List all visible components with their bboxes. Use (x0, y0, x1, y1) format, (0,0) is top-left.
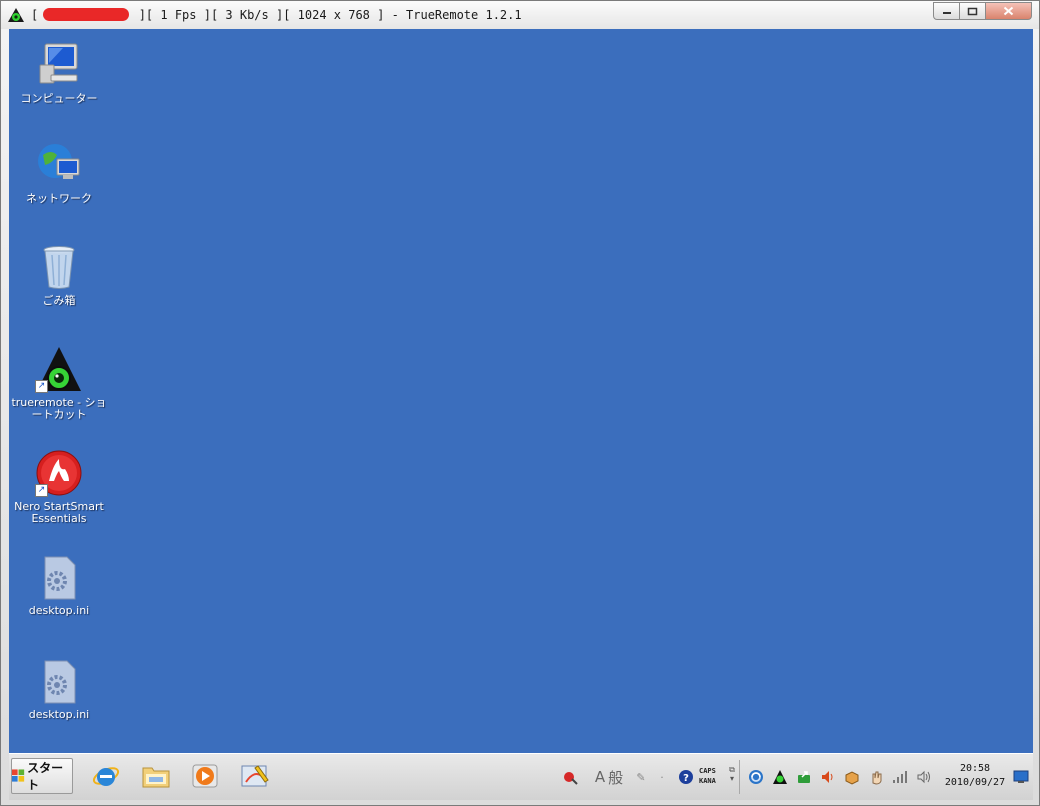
minimize-button[interactable] (933, 2, 960, 20)
desktop-icon-label: ネットワーク (26, 192, 92, 205)
desktop-icon-label: trueremote - ショートカット (11, 396, 107, 421)
minimize-icon (942, 12, 951, 14)
redaction-mark (43, 8, 129, 21)
start-label: スタート (27, 761, 64, 792)
safely-remove-icon[interactable] (795, 767, 813, 787)
title-prefix: [ (31, 8, 39, 22)
ime-alpha: A (594, 768, 606, 786)
help-icon[interactable]: ? (677, 767, 695, 787)
trueremote-eye-icon (8, 8, 24, 22)
desktop-icon-label: desktop.ini (28, 604, 90, 617)
clock-time: 20:58 (959, 763, 991, 774)
svg-text:?: ? (683, 773, 689, 784)
ime-pen-icon[interactable]: ✎ (633, 767, 649, 787)
maximize-icon (967, 7, 978, 15)
caps-label: CAPS (699, 767, 716, 775)
network-signal-icon[interactable] (891, 767, 909, 787)
internet-explorer-icon (92, 767, 120, 786)
close-button[interactable] (986, 2, 1032, 20)
caption-buttons (933, 2, 1032, 21)
hand-icon[interactable] (867, 767, 885, 787)
title-stats: ][ 1 Fps ][ 3 Kb/s ][ 1024 x 768 ] - Tru… (138, 8, 522, 22)
maximize-button[interactable] (960, 2, 986, 20)
shortcut-arrow-icon: ↗ (35, 484, 48, 497)
settings-file-icon (44, 660, 76, 704)
desktop-icon-desktop-ini-1[interactable]: desktop.ini (9, 553, 111, 617)
desktop-icon-recycle-bin[interactable]: ごみ箱 (9, 243, 111, 307)
volume-icon[interactable] (915, 767, 933, 787)
desktop-icon-nero[interactable]: ↗ Nero StartSmart Essentials (9, 449, 111, 525)
desktop-icon-label: desktop.ini (28, 708, 90, 721)
tray-separator (739, 760, 740, 794)
desktop-icon-label: コンピューター (20, 92, 98, 105)
quicklaunch-internet-explorer[interactable] (91, 761, 121, 791)
quicklaunch-media-player[interactable] (190, 761, 220, 791)
windows-logo-icon (12, 769, 25, 782)
start-button[interactable]: スタート (11, 758, 73, 794)
desktop-icon-label: ごみ箱 (42, 294, 76, 307)
quicklaunch-paint[interactable] (240, 761, 270, 791)
clock-date: 2010/09/27 (944, 777, 1006, 788)
desktop-icon-trueremote-shortcut[interactable]: ↗ trueremote - ショートカット (9, 345, 111, 421)
media-player-icon (192, 764, 218, 788)
ime-dot-icon[interactable]: · (657, 767, 667, 787)
trueremote-tray-icon[interactable] (771, 767, 789, 787)
computer-icon (39, 43, 78, 84)
desktop-icon-computer[interactable]: コンピューター (9, 41, 111, 105)
explorer-folder-icon (142, 767, 170, 788)
recycle-bin-icon (43, 246, 75, 289)
desktop-icon-label: Nero StartSmart Essentials (14, 500, 104, 525)
ime-input-mode[interactable]: A 般 (589, 767, 629, 787)
taskbar: スタート A 般 ✎ · ? CAPS KANA ⧉ ▾ 20:58 2010/… (9, 753, 1033, 800)
clock[interactable]: 20:58 2010/09/27 (939, 762, 1011, 790)
quicklaunch-explorer[interactable] (141, 761, 171, 791)
speaker-icon[interactable] (819, 767, 837, 787)
ime-tool-icon[interactable] (561, 767, 579, 787)
desktop-icon-network[interactable]: ネットワーク (9, 141, 111, 205)
show-desktop-icon[interactable] (1013, 770, 1029, 784)
ime-mode: 般 (608, 768, 624, 787)
paint-icon (241, 765, 269, 787)
language-bar-options-icon[interactable]: ⧉ ▾ (727, 764, 737, 784)
title-bar[interactable]: [ ][ 1 Fps ][ 3 Kb/s ][ 1024 x 768 ] - T… (1, 1, 1039, 29)
caps-kana-indicator[interactable]: CAPS KANA (699, 766, 716, 786)
close-icon (1003, 6, 1014, 16)
network-icon (38, 144, 80, 179)
kana-label: KANA (699, 777, 716, 785)
box-icon[interactable] (843, 767, 861, 787)
desktop-icon-desktop-ini-2[interactable]: desktop.ini (9, 657, 111, 721)
sync-icon[interactable] (747, 767, 765, 787)
settings-file-icon (44, 556, 76, 600)
trueremote-window: [ ][ 1 Fps ][ 3 Kb/s ][ 1024 x 768 ] - T… (0, 0, 1040, 806)
remote-desktop[interactable]: コンピューター ネットワーク ごみ箱 ↗ trueremote - ショートカッ… (9, 29, 1033, 753)
shortcut-arrow-icon: ↗ (35, 380, 48, 393)
